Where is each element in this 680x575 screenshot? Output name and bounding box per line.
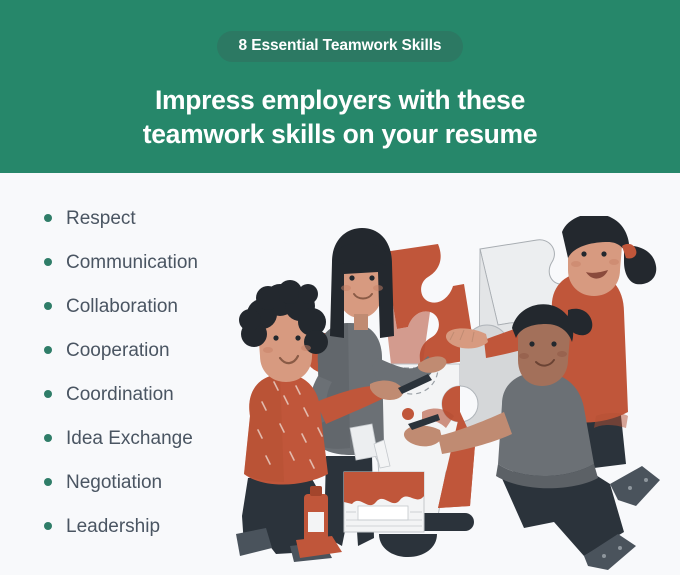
child-blush-right bbox=[301, 345, 311, 351]
skill-label: Idea Exchange bbox=[66, 427, 193, 449]
list-item: Coordination bbox=[44, 372, 198, 416]
bullet-dot-icon bbox=[44, 302, 52, 310]
list-item: Cooperation bbox=[44, 328, 198, 372]
page-title: Impress employers with these teamwork sk… bbox=[70, 83, 610, 153]
badge-label: 8 Essential Teamwork Skills bbox=[216, 31, 464, 62]
list-item: Respect bbox=[44, 196, 198, 240]
bullet-dot-icon bbox=[44, 214, 52, 222]
infographic-root: 8 Essential Teamwork Skills Impress empl… bbox=[0, 0, 680, 575]
woman-standing-neck bbox=[354, 314, 368, 330]
skills-list: Respect Communication Collaboration Coop… bbox=[44, 196, 198, 548]
skill-label: Leadership bbox=[66, 515, 161, 537]
skill-label: Coordination bbox=[66, 383, 174, 405]
ponytail-woman-eye-right bbox=[601, 251, 607, 257]
woman-standing-eye-left bbox=[349, 275, 355, 281]
skill-label: Communication bbox=[66, 251, 198, 273]
teamwork-puzzle-illustration bbox=[232, 216, 680, 575]
page-title-line-2: teamwork skills on your resume bbox=[142, 119, 538, 150]
man-eye-left bbox=[529, 341, 535, 347]
child-blush-left bbox=[263, 347, 273, 353]
man-blush-left bbox=[519, 353, 529, 359]
woman-standing-blush-left bbox=[341, 285, 351, 291]
list-item: Leadership bbox=[44, 504, 198, 548]
woman-standing-eye-right bbox=[369, 275, 375, 281]
list-item: Negotiation bbox=[44, 460, 198, 504]
paint-tube-cap bbox=[310, 486, 322, 496]
ponytail-woman-blush-right bbox=[609, 259, 619, 265]
bullet-dot-icon bbox=[44, 346, 52, 354]
child-eye-left bbox=[273, 335, 279, 341]
stand-base bbox=[379, 534, 437, 557]
paint-bucket-label bbox=[357, 505, 409, 521]
bullet-dot-icon bbox=[44, 478, 52, 486]
bullet-dot-icon bbox=[44, 258, 52, 266]
paint-tube-label bbox=[308, 512, 324, 532]
header-banner: 8 Essential Teamwork Skills Impress empl… bbox=[0, 0, 680, 173]
skill-label: Collaboration bbox=[66, 295, 178, 317]
list-item: Idea Exchange bbox=[44, 416, 198, 460]
list-item: Collaboration bbox=[44, 284, 198, 328]
ponytail-woman-blush-left bbox=[571, 261, 581, 267]
ponytail-woman-eye-left bbox=[581, 251, 587, 257]
child-eye-right bbox=[295, 335, 301, 341]
bullet-dot-icon bbox=[44, 434, 52, 442]
man-shoe-back bbox=[610, 466, 660, 506]
skill-label: Respect bbox=[66, 207, 136, 229]
list-item: Communication bbox=[44, 240, 198, 284]
man-eye-right bbox=[551, 341, 557, 347]
skill-label: Cooperation bbox=[66, 339, 170, 361]
bullet-dot-icon bbox=[44, 522, 52, 530]
page-title-line-1: Impress employers with these bbox=[154, 84, 526, 115]
paint-dot-2 bbox=[402, 408, 414, 420]
man-blush-right bbox=[557, 351, 567, 357]
skill-label: Negotiation bbox=[66, 471, 163, 493]
child-shoe-left bbox=[236, 528, 272, 556]
bullet-dot-icon bbox=[44, 390, 52, 398]
woman-standing-blush-right bbox=[373, 285, 383, 291]
